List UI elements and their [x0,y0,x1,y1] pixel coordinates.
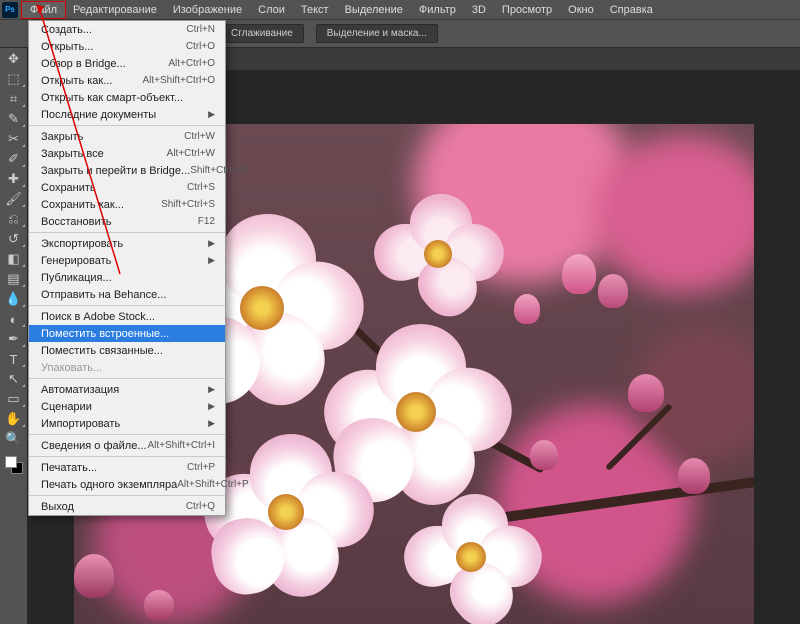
menu-item[interactable]: Поиск в Adobe Stock... [29,308,225,325]
menu-item[interactable]: Сохранить как...Shift+Ctrl+S [29,196,225,213]
chevron-right-icon: ▶ [208,255,215,266]
menu-item[interactable]: Поместить связанные... [29,342,225,359]
menu-3d[interactable]: 3D [464,2,494,18]
menu-текст[interactable]: Текст [293,2,337,18]
stamp-tool[interactable]: ⎌ [2,210,26,228]
menu-separator [29,434,225,435]
menu-файл[interactable]: Файл [22,2,65,18]
quick-select-tool[interactable]: ✎ [2,110,26,128]
menu-item[interactable]: ЗакрытьCtrl+W [29,128,225,145]
menu-item[interactable]: Создать...Ctrl+N [29,21,225,38]
history-brush-tool[interactable]: ↺ [2,230,26,248]
marquee-tool[interactable]: ⬚ [2,70,26,88]
menu-item[interactable]: Открыть как смарт-объект... [29,89,225,106]
menu-item[interactable]: ВосстановитьF12 [29,213,225,230]
pen-tool[interactable]: ✒ [2,330,26,348]
menu-редактирование[interactable]: Редактирование [65,2,165,18]
chevron-right-icon: ▶ [208,418,215,429]
color-swatch[interactable] [5,456,23,474]
menu-изображение[interactable]: Изображение [165,2,250,18]
menu-item[interactable]: Сценарии▶ [29,398,225,415]
menu-separator [29,305,225,306]
menu-item[interactable]: СохранитьCtrl+S [29,179,225,196]
menu-item[interactable]: Экспортировать▶ [29,235,225,252]
move-tool[interactable]: ✥ [2,50,26,68]
menu-separator [29,378,225,379]
menu-выделение[interactable]: Выделение [337,2,411,18]
menu-item[interactable]: Последние документы▶ [29,106,225,123]
file-menu-dropdown: Создать...Ctrl+NОткрыть...Ctrl+OОбзор в … [28,20,226,516]
option-select-and-mask[interactable]: Выделение и маска... [316,24,438,43]
menu-item[interactable]: Импортировать▶ [29,415,225,432]
chevron-right-icon: ▶ [208,109,215,120]
gradient-tool[interactable]: ▤ [2,270,26,288]
menu-item[interactable]: Печатать...Ctrl+P [29,459,225,476]
menu-фильтр[interactable]: Фильтр [411,2,464,18]
rectangle-tool[interactable]: ▭ [2,390,26,408]
menu-item[interactable]: Печать одного экземпляраAlt+Shift+Ctrl+P [29,476,225,493]
lasso-tool[interactable]: ⌗ [2,90,26,108]
dodge-tool[interactable]: ◐ [2,310,26,328]
chevron-right-icon: ▶ [208,384,215,395]
menu-separator [29,232,225,233]
menu-item[interactable]: Генерировать▶ [29,252,225,269]
menu-item[interactable]: Открыть...Ctrl+O [29,38,225,55]
blur-tool[interactable]: 💧 [2,290,26,308]
hand-tool[interactable]: ✋ [2,410,26,428]
eraser-tool[interactable]: ◧ [2,250,26,268]
menu-просмотр[interactable]: Просмотр [494,2,560,18]
menu-item[interactable]: Обзор в Bridge...Alt+Ctrl+O [29,55,225,72]
chevron-right-icon: ▶ [208,238,215,249]
toolbox: ✥ ⬚ ⌗ ✎ ✂ ✐ ✚ 🖌 ⎌ ↺ ◧ ▤ 💧 ◐ ✒ T ↖ ▭ ✋ 🔍 [0,48,28,624]
menu-separator [29,495,225,496]
menu-item[interactable]: ВыходCtrl+Q [29,498,225,515]
menu-item[interactable]: Сведения о файле...Alt+Shift+Ctrl+I [29,437,225,454]
menu-item: Упаковать... [29,359,225,376]
path-select-tool[interactable]: ↖ [2,370,26,388]
menu-item[interactable]: Отправить на Behance... [29,286,225,303]
menu-separator [29,456,225,457]
option-smoothing[interactable]: Сглаживание [220,24,304,43]
menu-слои[interactable]: Слои [250,2,293,18]
zoom-tool[interactable]: 🔍 [2,430,26,448]
menu-item[interactable]: Публикация... [29,269,225,286]
type-tool[interactable]: T [2,350,26,368]
app-icon: Ps [2,2,18,18]
menu-справка[interactable]: Справка [602,2,661,18]
menu-item[interactable]: Закрыть и перейти в Bridge...Shift+Ctrl+… [29,162,225,179]
menu-separator [29,125,225,126]
menu-item[interactable]: Автоматизация▶ [29,381,225,398]
crop-tool[interactable]: ✂ [2,130,26,148]
menu-item[interactable]: Поместить встроенные... [29,325,225,342]
eyedropper-tool[interactable]: ✐ [2,150,26,168]
chevron-right-icon: ▶ [208,401,215,412]
menu-окно[interactable]: Окно [560,2,602,18]
menu-item[interactable]: Закрыть всеAlt+Ctrl+W [29,145,225,162]
menu-item[interactable]: Открыть как...Alt+Shift+Ctrl+O [29,72,225,89]
healing-tool[interactable]: ✚ [2,170,26,188]
brush-tool[interactable]: 🖌 [2,190,26,208]
menubar: Ps ФайлРедактированиеИзображениеСлоиТекс… [0,0,800,20]
